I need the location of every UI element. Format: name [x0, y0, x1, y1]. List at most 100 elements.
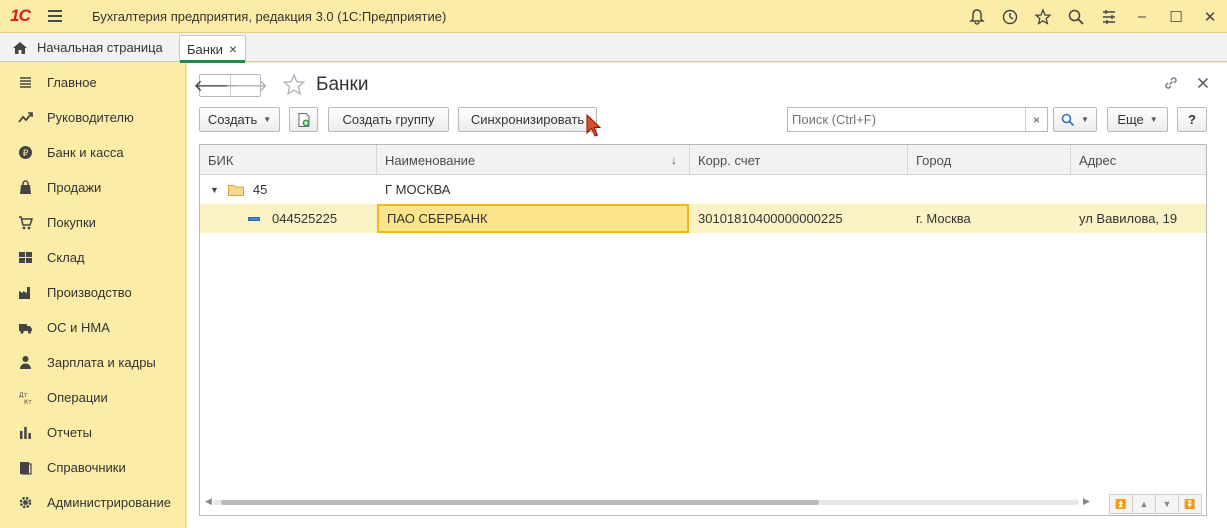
sidebar-item-1[interactable]: Руководителю [0, 100, 186, 135]
close-window-button[interactable]: ✕ [1193, 0, 1227, 33]
sidebar-item-12[interactable]: Администрирование [0, 485, 186, 520]
close-form-icon[interactable] [1195, 75, 1211, 91]
more-button-label: Еще [1117, 112, 1144, 127]
cart-icon [18, 215, 33, 230]
maximize-button[interactable]: ☐ [1159, 0, 1193, 33]
factory-icon [18, 285, 33, 300]
banks-table[interactable]: БИК Наименование ↓ Корр. счет Город Адре… [199, 144, 1207, 516]
expand-triangle-icon[interactable]: ▼ [210, 185, 219, 195]
star-icon[interactable] [1026, 0, 1059, 33]
main-menu-button[interactable] [40, 0, 70, 33]
trend-icon [18, 110, 33, 125]
chevron-down-icon: ▼ [263, 115, 272, 124]
mouse-cursor-icon [586, 114, 602, 137]
bell-icon[interactable] [960, 0, 993, 33]
sync-button[interactable]: Синхронизировать [458, 107, 597, 132]
column-header-name[interactable]: Наименование ↓ [377, 145, 690, 175]
gear-icon [18, 495, 33, 510]
cell-name-focused[interactable]: ПАО СБЕРБАНК [377, 204, 689, 233]
sidebar-item-2[interactable]: ₽ Банк и касса [0, 135, 186, 170]
link-icon[interactable] [1163, 75, 1179, 91]
table-row-selected[interactable]: 044525225 ПАО СБЕРБАНК 30101810400000000… [200, 204, 1206, 233]
sidebar-item-11[interactable]: Справочники [0, 450, 186, 485]
folder-icon [227, 184, 244, 196]
scroll-bottom-button[interactable]: ⏬ [1178, 494, 1202, 514]
sidebar-item-9[interactable]: Дт Кт Операции [0, 380, 186, 415]
search-clear-button[interactable]: × [1025, 108, 1047, 131]
search-icon[interactable] [1059, 0, 1092, 33]
minimize-button[interactable]: ‒ [1125, 0, 1159, 33]
horizontal-scrollbar[interactable]: ◀ ▶ [199, 495, 1095, 509]
search-options-button[interactable]: ▼ [1053, 107, 1097, 132]
sidebar-item-4[interactable]: Покупки [0, 205, 186, 240]
sidebar-item-7[interactable]: ОС и НМА [0, 310, 186, 345]
sidebar-item-label: Администрирование [47, 495, 171, 510]
scroll-top-button[interactable]: ⏫ [1109, 494, 1133, 514]
sidebar-item-3[interactable]: Продажи [0, 170, 186, 205]
sidebar-item-10[interactable]: Отчеты [0, 415, 186, 450]
sidebar-item-label: Операции [47, 390, 108, 405]
sidebar-item-label: Главное [47, 75, 97, 90]
settings-sliders-icon[interactable] [1092, 0, 1125, 33]
item-icon [248, 216, 260, 221]
svg-text:Кт: Кт [24, 399, 32, 405]
warehouse-icon [18, 250, 33, 265]
bag-icon [18, 180, 33, 195]
coin-icon: ₽ [18, 145, 33, 160]
sidebar-item-label: Отчеты [47, 425, 92, 440]
sidebar-item-0[interactable]: Главное [0, 65, 186, 100]
create-group-button[interactable]: Создать группу [328, 107, 449, 132]
table-header: БИК Наименование ↓ Корр. счет Город Адре… [200, 145, 1206, 175]
favorite-star-icon[interactable] [282, 73, 306, 97]
scroll-down-button[interactable]: ▼ [1155, 494, 1179, 514]
sidebar-item-label: ОС и НМА [47, 320, 110, 335]
column-header-bik[interactable]: БИК [200, 145, 377, 175]
page-title: Банки [316, 74, 369, 95]
sidebar-item-5[interactable]: Склад [0, 240, 186, 275]
column-header-account[interactable]: Корр. счет [690, 145, 908, 175]
cell-city: г. Москва [916, 211, 971, 226]
chevron-down-icon: ▼ [1081, 115, 1089, 124]
column-header-address[interactable]: Адрес [1071, 145, 1206, 175]
search-input[interactable] [788, 108, 1024, 131]
dt-kt-icon: Дт Кт [18, 390, 33, 405]
sidebar-item-label: Зарплата и кадры [47, 355, 156, 370]
menu-lines-icon [18, 75, 33, 90]
sidebar: Главное Руководителю ₽ Банк и касса Продажи П… [0, 63, 186, 528]
column-header-city[interactable]: Город [908, 145, 1071, 175]
sort-arrow-icon: ↓ [671, 153, 677, 167]
app-logo[interactable]: 1С [0, 0, 40, 33]
create-button[interactable]: Создать ▼ [199, 107, 280, 132]
chevron-down-icon: ▼ [1149, 115, 1158, 124]
sidebar-item-6[interactable]: Производство [0, 275, 186, 310]
more-button[interactable]: Еще ▼ [1107, 107, 1168, 132]
table-row-group[interactable]: ▼ 45 Г МОСКВА [200, 175, 1206, 204]
nav-arrows: 🡐 🡒 [194, 74, 268, 97]
copy-button[interactable] [289, 107, 318, 132]
scroll-left-icon[interactable]: ◀ [205, 496, 212, 507]
scroll-thumb[interactable] [221, 500, 819, 505]
search-icon [1061, 113, 1075, 126]
sidebar-item-label: Покупки [47, 215, 96, 230]
forward-button[interactable]: 🡒 [225, 75, 268, 96]
scroll-up-button[interactable]: ▲ [1132, 494, 1156, 514]
tab-close-icon[interactable]: × [229, 41, 237, 57]
bar-chart-icon [18, 425, 33, 440]
main-form: 🡐 🡒 Банки Создать ▼ Создать группу Синхро… [187, 63, 1227, 528]
tab-banks[interactable]: Банки × [179, 35, 246, 63]
history-icon[interactable] [993, 0, 1026, 33]
truck-icon [18, 320, 33, 335]
title-bar: 1С Бухгалтерия предприятия, редакция 3.0… [0, 0, 1227, 33]
sidebar-item-label: Продажи [47, 180, 102, 195]
search-field[interactable]: × [787, 107, 1048, 132]
help-button[interactable]: ? [1177, 107, 1207, 132]
svg-text:₽: ₽ [23, 149, 29, 159]
person-icon [18, 355, 33, 370]
home-icon [13, 41, 27, 54]
app-title: Бухгалтерия предприятия, редакция 3.0 (1… [92, 8, 447, 24]
sidebar-item-label: Руководителю [47, 110, 134, 125]
tab-home[interactable]: Начальная страница [0, 33, 176, 62]
sidebar-item-8[interactable]: Зарплата и кадры [0, 345, 186, 380]
add-document-icon [298, 112, 309, 127]
scroll-right-icon[interactable]: ▶ [1083, 496, 1090, 507]
